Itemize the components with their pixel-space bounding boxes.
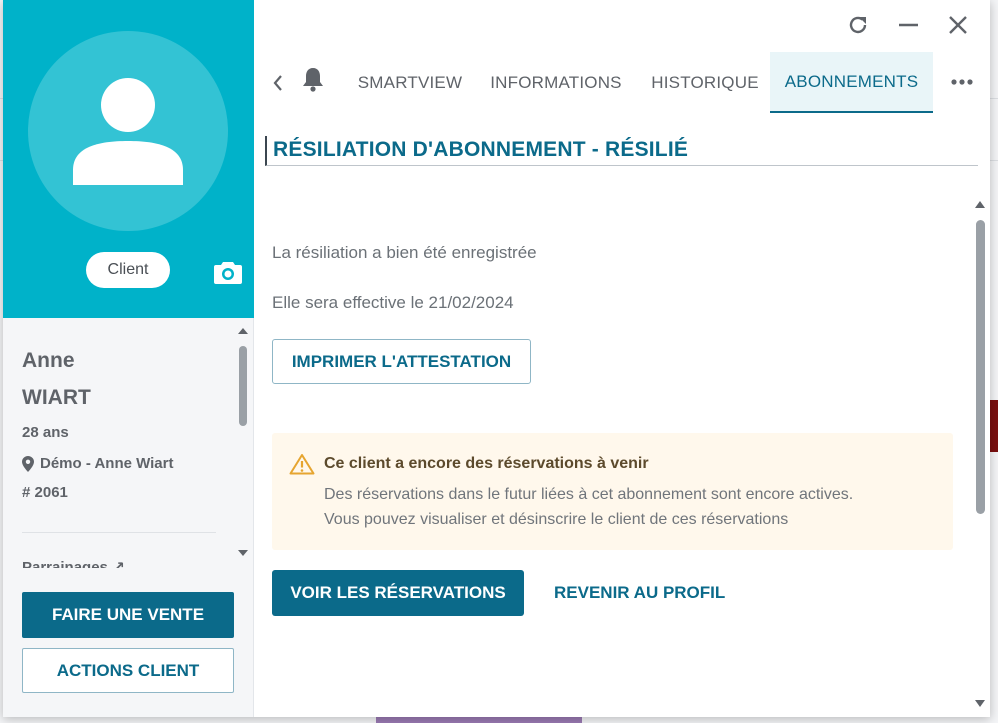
user-icon — [73, 78, 183, 185]
warning-icon — [289, 454, 315, 475]
view-reservations-button[interactable]: VOIR LES RÉSERVATIONS — [272, 570, 524, 616]
warning-text: Des réservations dans le futur liées à c… — [324, 486, 854, 503]
age: 28 ans — [22, 424, 69, 441]
tab-smartview[interactable]: SMARTVIEW — [348, 52, 472, 113]
parrainages-label: Parrainages — [22, 559, 108, 568]
tab-abonnements[interactable]: ABONNEMENTS — [770, 52, 933, 113]
effective-date-message: Elle sera effective le 21/02/2024 — [272, 293, 514, 312]
main-scrollbar[interactable] — [973, 196, 987, 710]
recorded-message: La résiliation a bien été enregistrée — [272, 243, 537, 262]
member-id: # 2061 — [22, 484, 68, 501]
chevron-left-icon[interactable] — [272, 74, 284, 92]
close-icon[interactable] — [945, 12, 971, 38]
refresh-icon[interactable] — [845, 12, 871, 38]
camera-icon[interactable] — [214, 260, 242, 284]
client-modal: Client Anne WIART 28 ans Démo - Anne Wia… — [3, 0, 990, 717]
more-icon[interactable] — [951, 78, 973, 86]
make-sale-button[interactable]: FAIRE UNE VENTE — [22, 592, 234, 638]
sidebar-scrollbar[interactable] — [237, 326, 249, 558]
warning-title: Ce client a encore des réservations à ve… — [324, 455, 649, 472]
map-pin-icon — [22, 455, 34, 472]
scroll-thumb[interactable] — [976, 220, 985, 514]
scroll-thumb[interactable] — [239, 346, 247, 426]
role-badge: Client — [86, 252, 170, 288]
first-name: Anne — [22, 349, 75, 372]
profile-divider — [22, 532, 216, 533]
page-title: RÉSILIATION D'ABONNEMENT - RÉSILIÉ — [265, 136, 978, 166]
external-link-icon: ↗ — [112, 559, 125, 568]
client-sidebar: Client Anne WIART 28 ans Démo - Anne Wia… — [3, 0, 254, 717]
tab-historique[interactable]: HISTORIQUE — [640, 52, 770, 113]
last-name: WIART — [22, 386, 91, 409]
minimize-icon[interactable] — [896, 12, 922, 38]
back-to-profile-link[interactable]: REVENIR AU PROFIL — [554, 570, 725, 616]
parrainages-link[interactable]: Parrainages ↗ — [22, 558, 125, 568]
avatar[interactable] — [28, 31, 228, 231]
scroll-up-icon[interactable] — [237, 326, 249, 336]
scroll-up-icon[interactable] — [973, 198, 987, 210]
bell-icon[interactable] — [302, 66, 324, 92]
print-certificate-button[interactable]: IMPRIMER L'ATTESTATION — [272, 339, 531, 384]
tab-informations[interactable]: INFORMATIONS — [480, 52, 632, 113]
tab-bar: SMARTVIEW INFORMATIONS HISTORIQUE ABONNE… — [258, 52, 990, 114]
client-actions-button[interactable]: ACTIONS CLIENT — [22, 648, 234, 693]
reservations-warning: Ce client a encore des réservations à ve… — [272, 433, 953, 550]
location: Démo - Anne Wiart — [22, 455, 218, 472]
profile-details: Anne WIART 28 ans Démo - Anne Wiart # 20… — [22, 346, 218, 501]
client-header: Client — [3, 0, 254, 318]
scroll-down-icon[interactable] — [973, 698, 987, 710]
location-label: Démo - Anne Wiart — [40, 455, 174, 472]
warning-text: Vous pouvez visualiser et désinscrire le… — [324, 511, 789, 528]
scroll-down-icon[interactable] — [237, 548, 249, 558]
